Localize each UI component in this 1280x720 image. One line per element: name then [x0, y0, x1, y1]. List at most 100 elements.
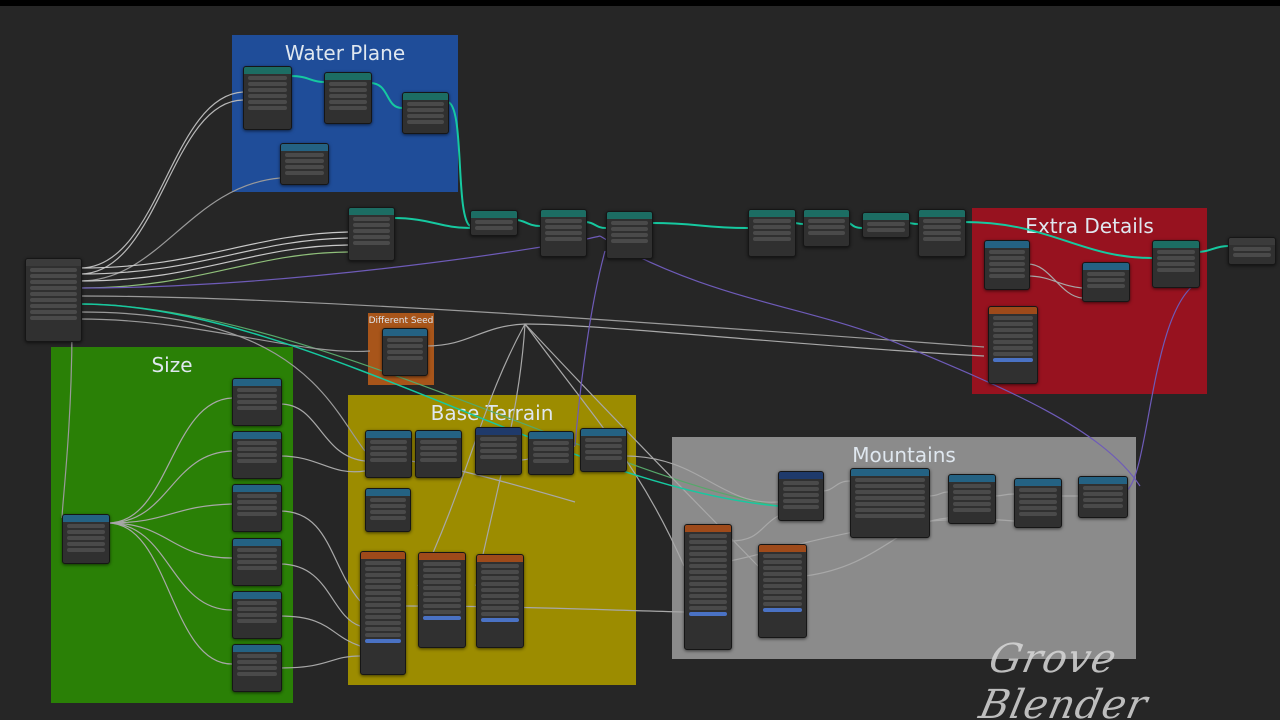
node-group-input[interactable]	[25, 258, 82, 342]
node-field[interactable]	[689, 576, 727, 580]
node-field[interactable]	[237, 672, 277, 676]
node-field[interactable]	[420, 440, 457, 444]
node-field[interactable]	[689, 534, 727, 538]
node-field[interactable]	[481, 606, 519, 610]
node-field[interactable]	[808, 231, 845, 235]
node-field[interactable]	[329, 82, 367, 86]
node-join-geometry[interactable]	[470, 210, 518, 236]
node-field[interactable]	[481, 570, 519, 574]
node-field[interactable]	[423, 586, 461, 590]
node-field[interactable]	[1157, 250, 1195, 254]
node-set-position-water[interactable]	[324, 72, 372, 124]
node-field[interactable]	[353, 241, 390, 245]
node-field[interactable]	[237, 506, 277, 510]
node-field[interactable]	[237, 447, 277, 451]
node-field[interactable]	[855, 496, 925, 500]
node-field[interactable]	[1019, 494, 1057, 498]
node-field[interactable]	[248, 94, 287, 98]
node-field[interactable]	[783, 481, 819, 485]
node-field[interactable]	[30, 268, 77, 272]
node-add-size-3[interactable]	[232, 484, 282, 532]
node-field[interactable]	[533, 459, 569, 463]
node-field[interactable]	[545, 219, 582, 223]
node-field[interactable]	[237, 554, 277, 558]
node-field[interactable]	[285, 171, 324, 175]
node-field[interactable]	[365, 591, 401, 595]
node-field[interactable]	[370, 510, 406, 514]
node-field[interactable]	[365, 603, 401, 607]
node-field[interactable]	[689, 546, 727, 550]
node-noise-terrain-2[interactable]	[476, 554, 524, 648]
node-field[interactable]	[480, 437, 517, 441]
node-field[interactable]	[285, 153, 324, 157]
node-field[interactable]	[689, 552, 727, 556]
node-field[interactable]	[1087, 278, 1125, 282]
node-field[interactable]	[237, 619, 277, 623]
node-noise-mountains[interactable]	[758, 544, 807, 638]
node-field[interactable]	[365, 585, 401, 589]
node-field[interactable]	[763, 590, 802, 594]
node-field[interactable]	[989, 256, 1025, 260]
node-field[interactable]	[689, 594, 727, 598]
node-multiply-mountains-2[interactable]	[1014, 478, 1062, 528]
node-field[interactable]	[423, 598, 461, 602]
node-combine-xyz-terrain-2[interactable]	[580, 428, 627, 472]
node-field[interactable]	[248, 106, 287, 110]
node-field[interactable]	[753, 225, 791, 229]
node-voronoi-terrain[interactable]	[360, 551, 406, 675]
node-field[interactable]	[989, 268, 1025, 272]
node-field[interactable]	[480, 449, 517, 453]
node-field[interactable]	[993, 358, 1033, 362]
node-field[interactable]	[237, 607, 277, 611]
node-field[interactable]	[475, 226, 513, 230]
node-add-size-2[interactable]	[232, 431, 282, 479]
node-field[interactable]	[763, 578, 802, 582]
node-field[interactable]	[370, 498, 406, 502]
node-field[interactable]	[329, 88, 367, 92]
node-field[interactable]	[365, 609, 401, 613]
node-field[interactable]	[545, 225, 582, 229]
node-field[interactable]	[237, 566, 277, 570]
node-field[interactable]	[855, 502, 925, 506]
node-field[interactable]	[353, 235, 390, 239]
node-field[interactable]	[67, 548, 105, 552]
node-field[interactable]	[420, 446, 457, 450]
node-field[interactable]	[237, 613, 277, 617]
node-field[interactable]	[480, 455, 517, 459]
node-field[interactable]	[423, 592, 461, 596]
node-field[interactable]	[1157, 262, 1195, 266]
node-field[interactable]	[783, 499, 819, 503]
node-field[interactable]	[808, 219, 845, 223]
node-group-output[interactable]	[1228, 237, 1276, 265]
node-combine-xyz-extra[interactable]	[1082, 262, 1130, 302]
node-add-size-main[interactable]	[62, 514, 110, 564]
node-field[interactable]	[585, 456, 622, 460]
node-field[interactable]	[689, 606, 727, 610]
node-field[interactable]	[1157, 268, 1195, 272]
node-field[interactable]	[1087, 284, 1125, 288]
node-field[interactable]	[67, 524, 105, 528]
node-field[interactable]	[237, 459, 277, 463]
node-field[interactable]	[370, 452, 407, 456]
node-field[interactable]	[783, 487, 819, 491]
node-field[interactable]	[953, 484, 991, 488]
node-field[interactable]	[67, 536, 105, 540]
node-field[interactable]	[545, 237, 582, 241]
node-field[interactable]	[407, 108, 444, 112]
node-field[interactable]	[783, 493, 819, 497]
node-field[interactable]	[365, 639, 401, 643]
node-field[interactable]	[30, 286, 77, 290]
node-field[interactable]	[1087, 272, 1125, 276]
node-field[interactable]	[237, 666, 277, 670]
node-field[interactable]	[689, 588, 727, 592]
node-field[interactable]	[407, 114, 444, 118]
node-field[interactable]	[753, 237, 791, 241]
node-field[interactable]	[370, 440, 407, 444]
node-field[interactable]	[855, 514, 925, 518]
node-field[interactable]	[353, 223, 390, 227]
node-field[interactable]	[237, 441, 277, 445]
node-field[interactable]	[1233, 247, 1271, 251]
node-field[interactable]	[808, 225, 845, 229]
node-noise-terrain-1[interactable]	[418, 552, 466, 648]
node-voronoi-mountains[interactable]	[684, 524, 732, 650]
